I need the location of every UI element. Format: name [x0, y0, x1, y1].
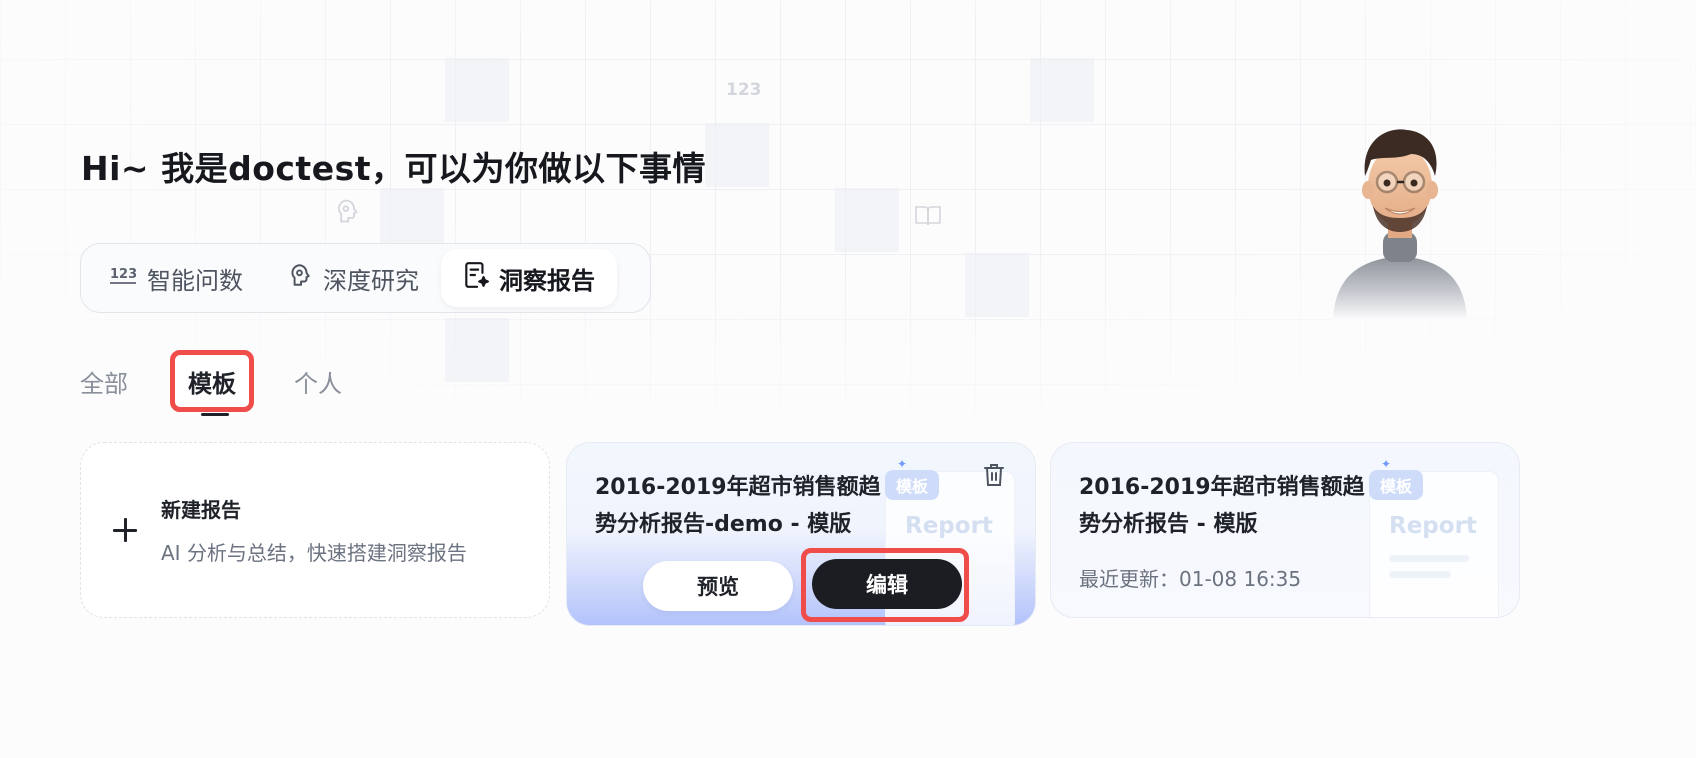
background-cell	[445, 318, 509, 382]
trash-icon[interactable]	[983, 463, 1005, 491]
background-cell	[835, 188, 899, 252]
filter-tabs: 全部 模板 个人	[80, 350, 342, 416]
template-card[interactable]: ✦ 模板 Report 2016-2019年超市销售额趋势分析报告-demo -…	[566, 442, 1036, 626]
background-cell	[1030, 58, 1094, 122]
thumbnail-line	[1389, 555, 1469, 562]
mode-switcher: 123 智能问数 深度研究 洞察报告	[80, 243, 651, 313]
card-title: 2016-2019年超市销售额趋势分析报告 - 模版	[1079, 475, 1365, 537]
card-updated-time: 最近更新：01-08 16:35	[1079, 567, 1302, 591]
background-cell	[965, 253, 1029, 317]
report-thumbnail-word: Report	[1389, 513, 1477, 539]
mode-tab-label: 智能问数	[147, 266, 243, 295]
brain-icon	[287, 262, 313, 294]
background-cell	[705, 123, 769, 187]
decor-brain-icon	[333, 197, 361, 229]
greeting-title: Hi~ 我是doctest，可以为你做以下事情	[81, 149, 706, 188]
edit-button-highlight: 编辑	[801, 548, 969, 622]
123-icon: 123	[109, 264, 137, 292]
background-cell	[445, 58, 509, 122]
mode-tab-deep-research[interactable]: 深度研究	[265, 249, 441, 307]
decor-book-icon	[914, 204, 942, 232]
new-report-card[interactable]: 新建报告 AI 分析与总结，快速搭建洞察报告	[80, 442, 550, 618]
preview-button[interactable]: 预览	[643, 561, 793, 611]
filter-tab-template[interactable]: 模板	[170, 350, 254, 416]
thumbnail-line	[1389, 571, 1451, 578]
decor-123-icon: 123	[726, 80, 762, 100]
filter-tab-all[interactable]: 全部	[80, 350, 130, 412]
card-title: 2016-2019年超市销售额趋势分析报告-demo - 模版	[595, 475, 881, 537]
assistant-avatar	[1325, 120, 1475, 320]
new-report-title: 新建报告	[161, 498, 241, 522]
mode-tab-label: 深度研究	[323, 266, 419, 295]
mode-tab-smart-query[interactable]: 123 智能问数	[87, 249, 265, 307]
report-icon	[463, 261, 489, 295]
mode-tab-label: 洞察报告	[499, 266, 595, 295]
template-card[interactable]: ✦ 模板 Report 2016-2019年超市销售额趋势分析报告 - 模版 最…	[1050, 442, 1520, 618]
edit-button[interactable]: 编辑	[812, 559, 962, 609]
sparkle-icon: ✦	[1381, 457, 1392, 471]
sparkle-icon: ✦	[897, 457, 908, 471]
plus-icon	[111, 516, 139, 544]
mode-tab-insight-report[interactable]: 洞察报告	[441, 249, 617, 307]
report-thumbnail-word: Report	[905, 513, 993, 539]
filter-tab-personal[interactable]: 个人	[294, 350, 342, 412]
new-report-description: AI 分析与总结，快速搭建洞察报告	[161, 541, 467, 565]
svg-text:123: 123	[110, 267, 137, 282]
